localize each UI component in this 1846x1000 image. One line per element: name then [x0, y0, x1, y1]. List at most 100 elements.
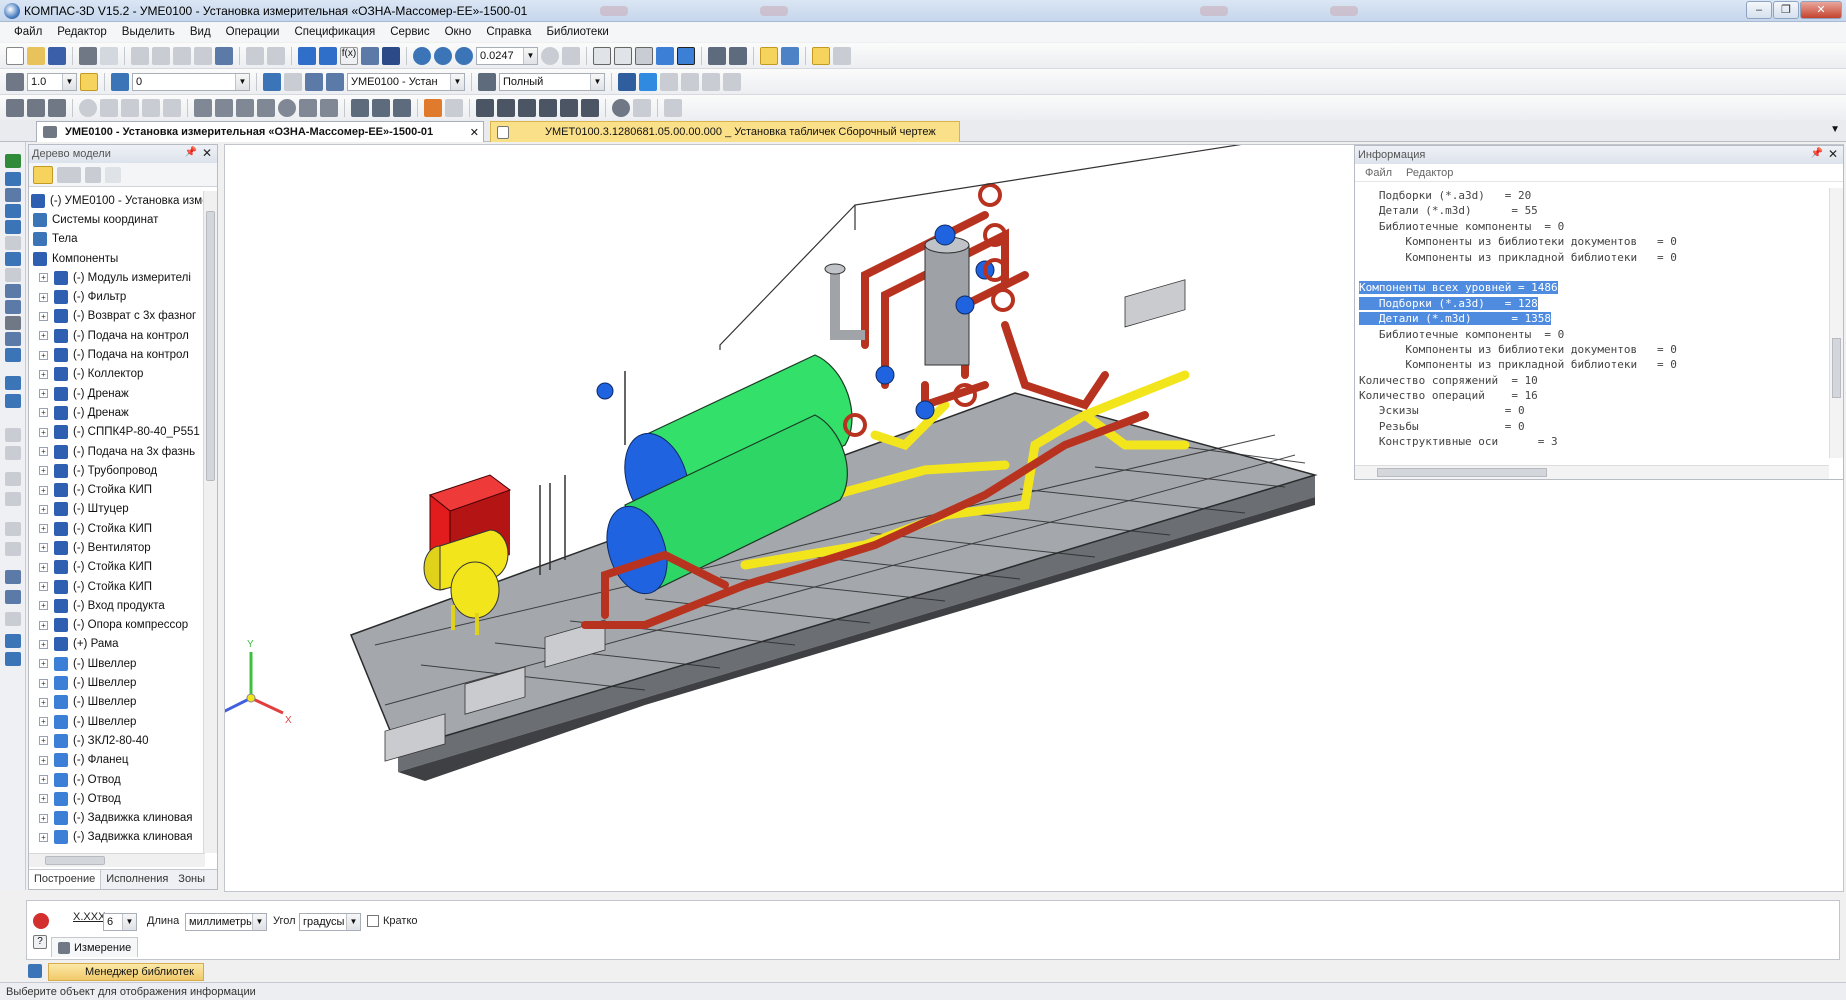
- specification-icon[interactable]: [5, 316, 21, 330]
- menu-operations[interactable]: Операции: [226, 26, 280, 38]
- measure-tab[interactable]: Измерение: [51, 937, 139, 957]
- panel-icon[interactable]: [5, 634, 21, 648]
- tree-item[interactable]: Тела: [29, 230, 205, 249]
- elements-design-icon[interactable]: [5, 348, 21, 362]
- tree-item[interactable]: (-) УМЕ0100 - Установка измер: [29, 191, 205, 210]
- tree-item[interactable]: + (-) Подача на контрол: [29, 345, 205, 364]
- expand-icon[interactable]: +: [39, 543, 48, 553]
- tab-zones[interactable]: Зоны: [173, 870, 210, 889]
- menu-editor[interactable]: Редактор: [57, 26, 107, 38]
- tree-item[interactable]: Системы координат: [29, 210, 205, 229]
- tree-item[interactable]: + (-) Стойка КИП: [29, 577, 205, 596]
- step-combo[interactable]: 1.0 ▼: [27, 72, 77, 91]
- expand-icon[interactable]: +: [39, 389, 48, 399]
- close-panel-icon[interactable]: ✕: [202, 146, 212, 160]
- info-horizontal-scrollbar[interactable]: [1355, 465, 1829, 479]
- info-vertical-scrollbar[interactable]: [1829, 188, 1843, 458]
- edit-assembly-icon[interactable]: [5, 154, 21, 168]
- tree-item[interactable]: + (-) Швеллер: [29, 693, 205, 712]
- precision-combo[interactable]: 6 ▼: [103, 913, 137, 931]
- zoom-combo[interactable]: 0.0247 ▼: [476, 46, 538, 65]
- expand-icon[interactable]: +: [39, 775, 48, 785]
- tool-icon[interactable]: [121, 98, 139, 117]
- expand-icon[interactable]: +: [39, 369, 48, 379]
- menu-window[interactable]: Окно: [445, 26, 472, 38]
- tool-icon[interactable]: [497, 98, 515, 117]
- stop-icon[interactable]: [33, 913, 49, 929]
- tab-versions[interactable]: Исполнения: [101, 870, 173, 889]
- tree-item[interactable]: + (-) Вентилятор: [29, 538, 205, 557]
- expand-icon[interactable]: +: [39, 504, 48, 514]
- tree-item[interactable]: + (-) Швеллер: [29, 654, 205, 673]
- panel-icon[interactable]: [5, 376, 21, 390]
- panel-icon[interactable]: [5, 612, 21, 626]
- tool-icon[interactable]: [518, 98, 536, 117]
- expand-icon[interactable]: +: [39, 331, 48, 341]
- tool-icon[interactable]: [560, 98, 578, 117]
- chevron-down-icon[interactable]: ▼: [346, 914, 360, 930]
- tree-item[interactable]: + (-) Швеллер: [29, 712, 205, 731]
- print-icon[interactable]: [79, 46, 97, 65]
- tabs-dropdown-icon[interactable]: ▼: [1830, 124, 1840, 135]
- panel-icon[interactable]: [5, 652, 21, 666]
- zoom-scale-icon[interactable]: [455, 46, 473, 65]
- coordinate-system-icon[interactable]: [263, 72, 281, 91]
- settings-icon[interactable]: [833, 46, 851, 65]
- tool-icon[interactable]: [320, 98, 338, 117]
- kompas-app-icon[interactable]: [4, 2, 20, 19]
- tree-item[interactable]: + (-) Вход продукта: [29, 596, 205, 615]
- expand-icon[interactable]: +: [39, 408, 48, 418]
- close-window-button[interactable]: ✕: [1800, 1, 1842, 19]
- tree-item[interactable]: + (-) Подача на контрол: [29, 326, 205, 345]
- info-menu-editor[interactable]: Редактор: [1406, 167, 1453, 179]
- expand-icon[interactable]: +: [39, 639, 48, 649]
- zoom-dynamic-icon[interactable]: [434, 46, 452, 65]
- filters-icon[interactable]: [5, 300, 21, 314]
- tree-item[interactable]: + (-) Отвод: [29, 770, 205, 789]
- brief-checkbox[interactable]: [367, 915, 379, 927]
- zoom-window-icon[interactable]: [413, 46, 431, 65]
- tree-item[interactable]: + (-) Дренаж: [29, 403, 205, 422]
- color-icon[interactable]: [618, 72, 636, 91]
- ortho-mode-icon[interactable]: [80, 72, 98, 91]
- view-mode-combo[interactable]: Полный ▼: [499, 72, 605, 91]
- properties-icon[interactable]: [660, 72, 678, 91]
- edit-component-icon[interactable]: [305, 72, 323, 91]
- tree-item[interactable]: + (-) Фланец: [29, 751, 205, 770]
- tree-item[interactable]: + (-) Коллектор: [29, 365, 205, 384]
- refresh-icon[interactable]: [541, 46, 559, 65]
- tool-icon[interactable]: [299, 98, 317, 117]
- expand-icon[interactable]: +: [39, 311, 48, 321]
- aux-geometry-icon[interactable]: [5, 220, 21, 234]
- tool-icon[interactable]: [612, 98, 630, 117]
- reports-icon[interactable]: [5, 332, 21, 346]
- chevron-down-icon[interactable]: ▼: [62, 73, 76, 90]
- copy-icon[interactable]: [152, 46, 170, 65]
- tool-icon[interactable]: [278, 98, 296, 117]
- paste-icon[interactable]: [173, 46, 191, 65]
- tool-icon[interactable]: [351, 98, 369, 117]
- tree-item[interactable]: + (-) Стойка КИП: [29, 519, 205, 538]
- tool-icon[interactable]: [633, 98, 651, 117]
- filter-icon[interactable]: [708, 46, 726, 65]
- tool-icon[interactable]: [257, 98, 275, 117]
- calculator-icon[interactable]: [215, 46, 233, 65]
- panel-icon[interactable]: [5, 590, 21, 604]
- tab-assembly[interactable]: УМЕ0100 - Установка измерительная «ОЗНА-…: [36, 121, 484, 142]
- expand-icon[interactable]: +: [39, 562, 48, 572]
- tool-icon[interactable]: [664, 98, 682, 117]
- tool-icon[interactable]: [48, 98, 66, 117]
- tool-icon[interactable]: [100, 98, 118, 117]
- close-tab-icon[interactable]: ✕: [470, 126, 479, 139]
- menu-libraries[interactable]: Библиотеки: [546, 26, 608, 38]
- surfaces-icon[interactable]: [5, 188, 21, 202]
- tree-item[interactable]: + (-) Отвод: [29, 789, 205, 808]
- tool-icon[interactable]: [236, 98, 254, 117]
- tree-item[interactable]: + (-) Задвижка клиновая: [29, 828, 205, 847]
- tree-item[interactable]: + (-) Швеллер: [29, 673, 205, 692]
- tree-item[interactable]: + (-) Фильтр: [29, 287, 205, 306]
- chevron-down-icon[interactable]: ▼: [523, 47, 537, 64]
- panel-icon[interactable]: [5, 446, 21, 460]
- panel-icon[interactable]: [5, 570, 21, 584]
- sheet-metal-icon[interactable]: [5, 252, 21, 266]
